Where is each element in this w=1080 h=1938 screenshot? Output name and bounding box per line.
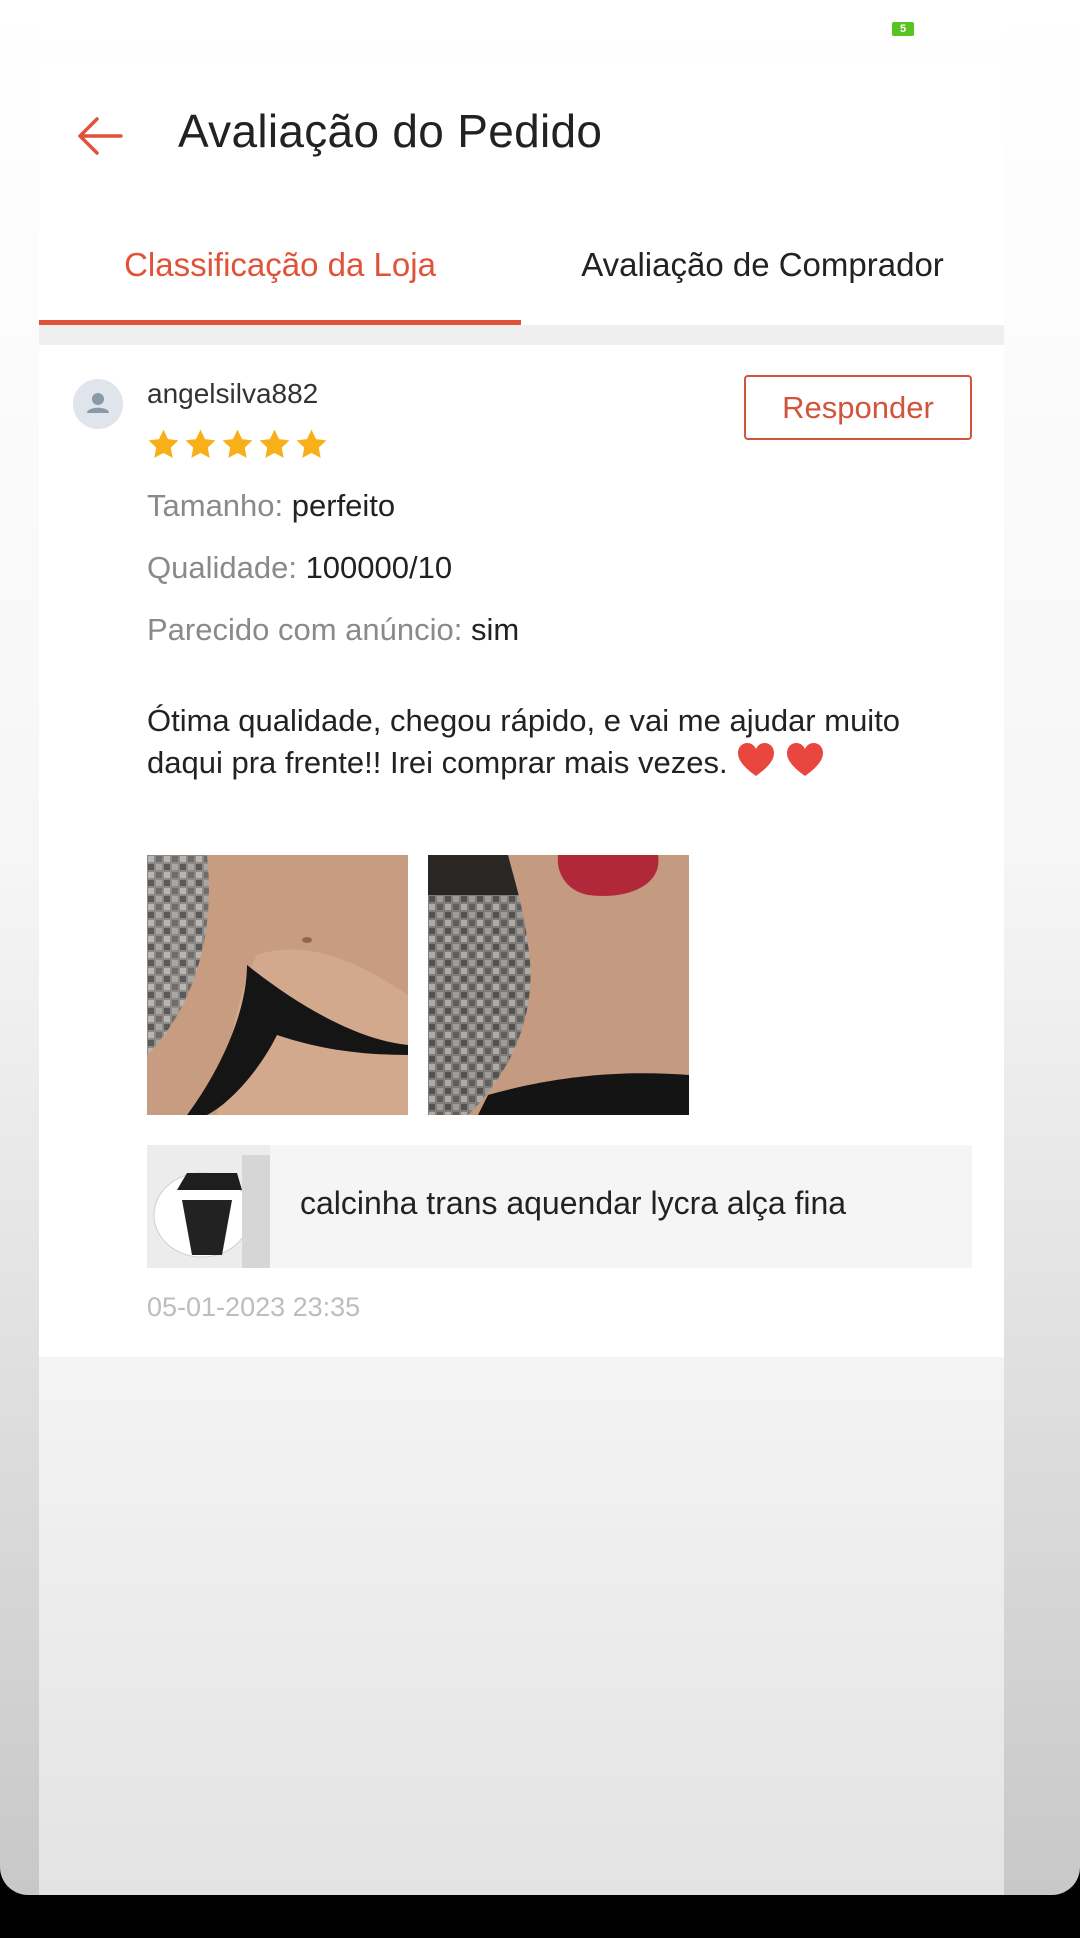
app-header: Avaliação do Pedido	[39, 60, 1004, 200]
attribute-label: Tamanho:	[147, 488, 292, 523]
attribute-value: perfeito	[291, 488, 396, 523]
page-title: Avaliação do Pedido	[178, 105, 603, 157]
star-icon	[185, 429, 216, 458]
photo-image	[428, 855, 689, 1115]
heart-icon	[738, 743, 775, 776]
screen: 5 Avaliação do Pedido Classificação da L…	[0, 0, 1080, 1895]
product-thumbnail	[147, 1145, 270, 1268]
tab-store-rating[interactable]: Classificação da Loja	[39, 200, 521, 325]
attribute-quality: Qualidade: 100000/10	[147, 550, 452, 586]
attribute-value: sim	[470, 612, 520, 647]
star-icon	[259, 429, 290, 458]
review-timestamp: 05-01-2023 23:35	[147, 1292, 361, 1322]
tab-buyer-rating[interactable]: Avaliação de Comprador	[521, 200, 1004, 325]
star-rating	[146, 427, 329, 463]
star-icon	[222, 429, 253, 458]
attribute-size: Tamanho: perfeito	[147, 488, 395, 524]
app-screen: 5 Avaliação do Pedido Classificação da L…	[39, 0, 1004, 1895]
attribute-similar: Parecido com anúncio: sim	[147, 612, 519, 648]
attribute-label: Parecido com anúncio:	[147, 612, 471, 647]
tab-bar: Classificação da Loja Avaliação de Compr…	[39, 200, 1004, 325]
reply-button[interactable]: Responder	[744, 375, 972, 440]
reviewer-username: angelsilva882	[147, 378, 319, 409]
review-card: angelsilva882 Responder Tamanho: perfeit…	[39, 345, 1004, 1357]
review-photo[interactable]	[147, 855, 408, 1115]
product-name: calcinha trans aquendar lycra alça fina	[300, 1185, 847, 1221]
photo-image	[147, 855, 408, 1115]
review-comment: Ótima qualidade, chegou rápido, e vai me…	[147, 700, 947, 783]
review-photo[interactable]	[428, 855, 689, 1115]
battery-icon: 5	[892, 22, 914, 36]
star-icon	[148, 429, 179, 458]
section-divider	[39, 325, 1004, 345]
attribute-label: Qualidade:	[147, 550, 306, 585]
product-link[interactable]: calcinha trans aquendar lycra alça fina	[147, 1145, 972, 1268]
arrow-left-icon	[78, 117, 123, 155]
avatar	[73, 379, 123, 429]
star-icon	[296, 429, 327, 458]
product-image	[147, 1145, 270, 1268]
user-icon	[87, 393, 109, 413]
back-button[interactable]	[69, 105, 129, 165]
attribute-value: 100000/10	[305, 550, 453, 585]
heart-icon	[786, 743, 823, 776]
status-bar: 5	[39, 0, 1004, 60]
